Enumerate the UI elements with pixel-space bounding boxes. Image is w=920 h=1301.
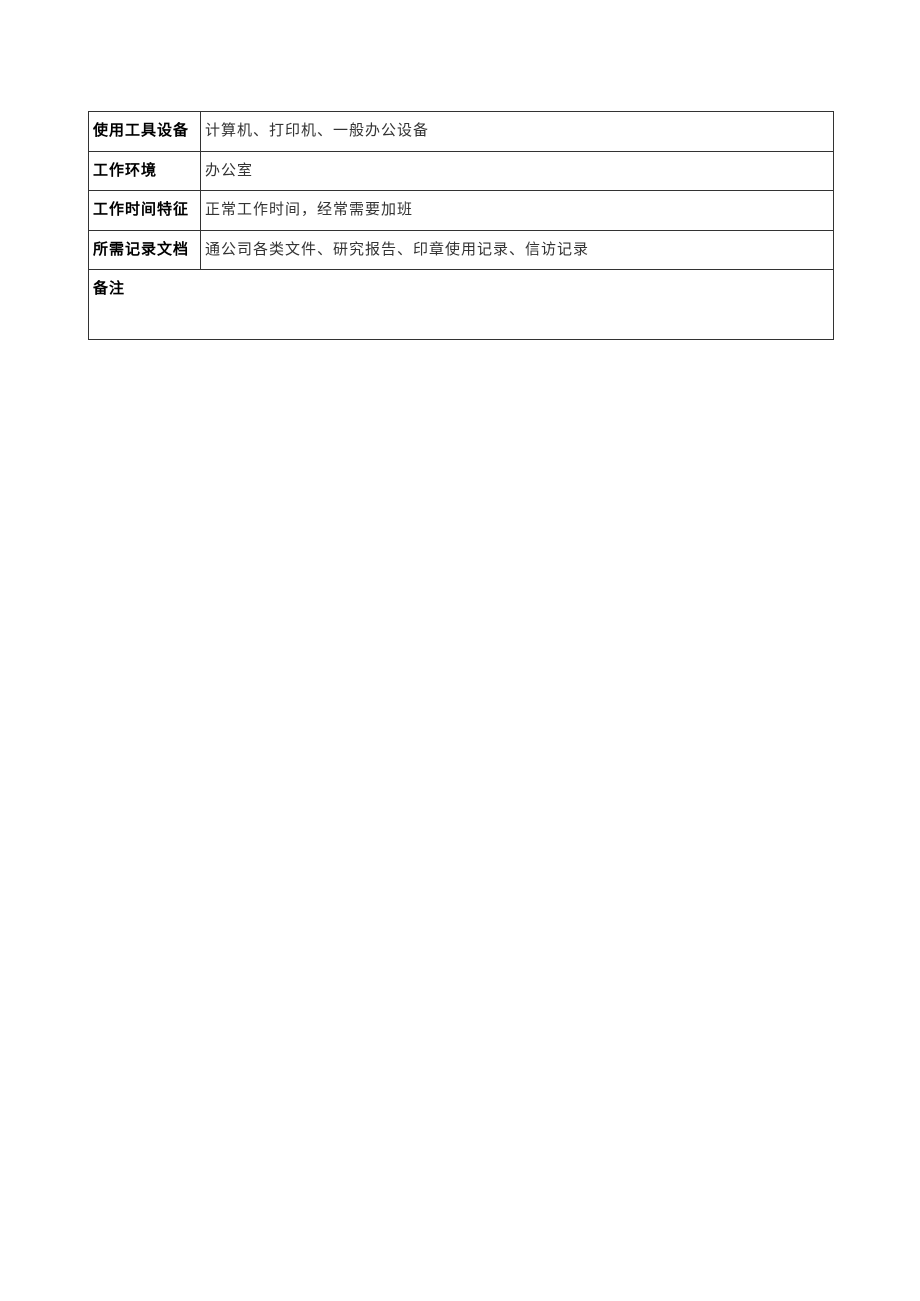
table-row: 使用工具设备 计算机、打印机、一般办公设备 xyxy=(89,112,834,152)
row-label-worktime: 工作时间特征 xyxy=(89,191,201,231)
row-value-worktime: 正常工作时间，经常需要加班 xyxy=(201,191,834,231)
row-label-environment: 工作环境 xyxy=(89,151,201,191)
row-label-tools: 使用工具设备 xyxy=(89,112,201,152)
row-label-documents: 所需记录文档 xyxy=(89,230,201,270)
row-value-environment: 办公室 xyxy=(201,151,834,191)
table-row: 工作环境 办公室 xyxy=(89,151,834,191)
job-details-table: 使用工具设备 计算机、打印机、一般办公设备 工作环境 办公室 工作时间特征 正常… xyxy=(88,111,834,340)
row-value-documents: 通公司各类文件、研究报告、印章使用记录、信访记录 xyxy=(201,230,834,270)
notes-label: 备注 xyxy=(93,280,125,297)
row-value-tools: 计算机、打印机、一般办公设备 xyxy=(201,112,834,152)
row-label-notes: 备注 xyxy=(89,270,834,340)
table-row-notes: 备注 xyxy=(89,270,834,340)
table-row: 所需记录文档 通公司各类文件、研究报告、印章使用记录、信访记录 xyxy=(89,230,834,270)
table-row: 工作时间特征 正常工作时间，经常需要加班 xyxy=(89,191,834,231)
